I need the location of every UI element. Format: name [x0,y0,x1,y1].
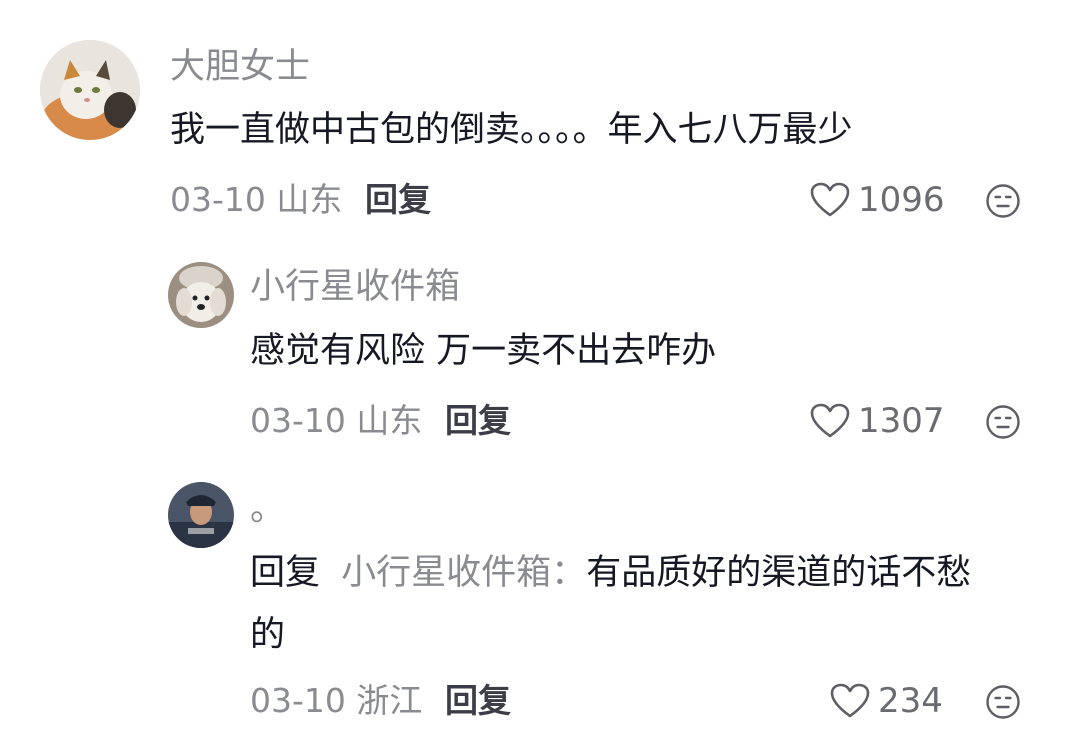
reply-prefix: 回复 [250,553,321,593]
reply-content: 回复 小行星收件箱：有品质好的渠道的话不愁 [250,556,971,591]
comment-username[interactable]: 小行星收件箱 [250,270,460,305]
comment-username[interactable]: 大胆女士 [170,50,310,85]
uniform-person-avatar[interactable] [168,482,234,548]
like-button[interactable]: 1307 [810,403,945,439]
emoji-face-icon[interactable] [985,183,1021,219]
cat-avatar[interactable] [40,40,140,140]
heart-outline-icon [810,182,850,217]
comment-meta: 03-10 山东 [250,404,422,437]
comment-date: 03-10 [170,180,266,219]
comment-username[interactable]: 。 [250,492,285,527]
like-count: 1096 [858,180,945,220]
reply-button[interactable]: 回复 [365,183,431,216]
like-button[interactable]: 1096 [810,182,945,218]
plush-dog-avatar[interactable] [168,262,234,328]
comment-meta: 03-10 浙江 [250,684,422,717]
heart-outline-icon [810,403,850,438]
comment-text: 我一直做中古包的倒卖。。。。年入七八万最少 [170,110,853,150]
comment-location: 浙江 [356,681,423,720]
like-count: 1307 [858,401,945,441]
comment-location: 山东 [276,180,343,219]
emoji-face-icon[interactable] [985,684,1021,720]
reply-target-username[interactable]: 小行星收件箱 [341,553,551,593]
comment-date: 03-10 [250,401,346,440]
comment-text: 感觉有风险 万一卖不出去咋办 [250,331,717,371]
reply-button[interactable]: 回复 [445,684,511,717]
emoji-face-icon[interactable] [985,404,1021,440]
comment-location: 山东 [356,401,423,440]
like-count: 234 [878,681,943,721]
reply-button[interactable]: 回复 [445,404,511,437]
heart-outline-icon [830,683,870,718]
comment-text: 有品质好的渠道的话不愁 [586,553,972,593]
comment-date: 03-10 [250,681,346,720]
comment-meta: 03-10 山东 [170,183,342,216]
like-button[interactable]: 234 [830,683,943,719]
reply-colon: ： [551,553,587,593]
comment-text-continuation: 的 [250,615,286,655]
